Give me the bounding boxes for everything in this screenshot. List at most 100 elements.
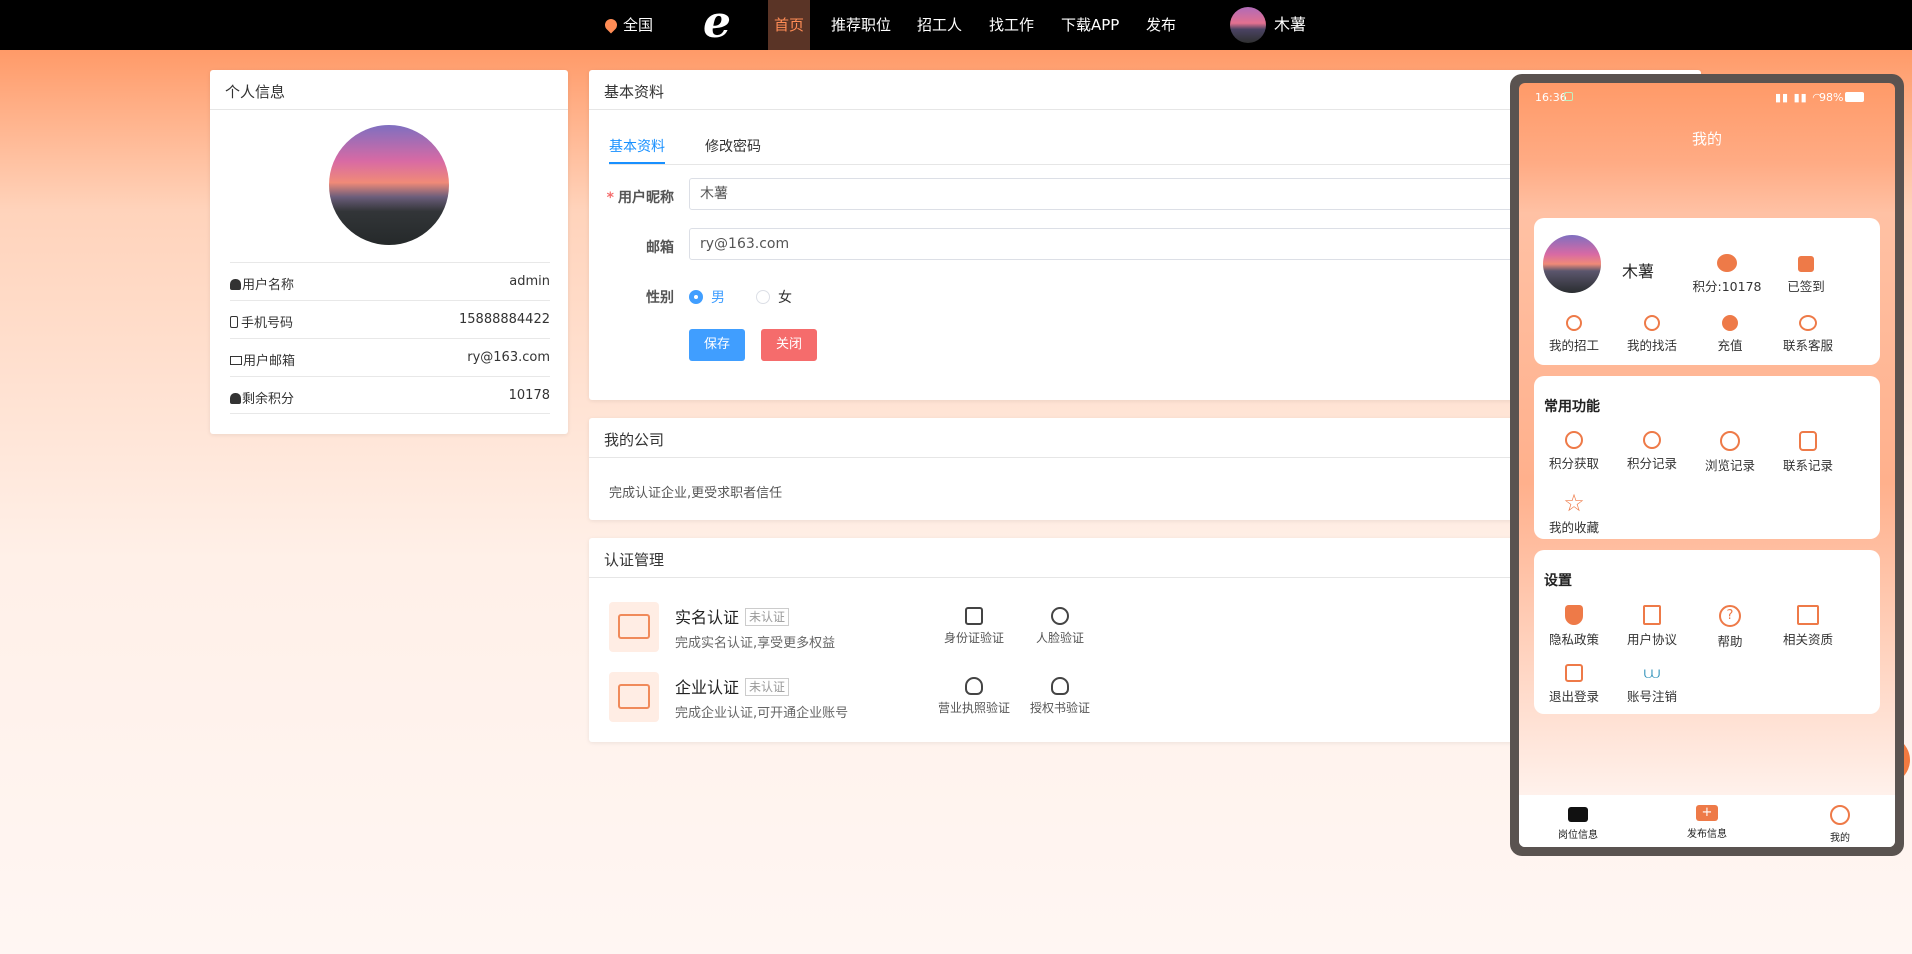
nickname-label: * 用户昵称	[606, 190, 674, 206]
info-value: ry@163.com	[467, 350, 550, 365]
database-plus-icon	[1565, 431, 1583, 449]
user-add-icon	[1566, 315, 1582, 331]
tab-change-password[interactable]: 修改密码	[705, 136, 761, 158]
tab-active-indicator	[609, 162, 665, 164]
business-license-verify[interactable]: 营业执照验证	[929, 677, 1019, 716]
nav-hire-workers[interactable]: 招工人	[917, 0, 962, 50]
scan-icon	[965, 607, 983, 625]
save-button[interactable]: 保存	[689, 329, 746, 361]
location-label: 全国	[623, 16, 654, 34]
email-field[interactable]: ry@163.com	[689, 228, 1559, 260]
mobile-my-hiring[interactable]: 我的招工	[1534, 315, 1614, 354]
nav-home[interactable]: 首页	[768, 0, 811, 50]
nav-recommended-jobs[interactable]: 推荐职位	[831, 0, 891, 50]
signal-icon: ▮▮ ▮▮ ◠	[1775, 91, 1823, 104]
headset-icon	[1799, 315, 1817, 331]
info-label: 用户邮箱	[243, 354, 296, 369]
personal-info-card: 个人信息 用户名称 admin 手机号码 15888884422 用户邮箱 ry…	[210, 70, 568, 434]
face-icon	[1051, 607, 1069, 625]
mobile-screen: 16:36 ▮▮ ▮▮ ◠ 98% 我的 木薯 积分:10178 已签到 我的招…	[1519, 83, 1895, 847]
phone-book-icon	[1799, 431, 1817, 451]
mobile-delete-account[interactable]: ⩊ 账号注销	[1612, 664, 1692, 705]
personal-info-title: 个人信息	[210, 70, 568, 110]
close-button[interactable]: 关闭	[761, 329, 818, 361]
realname-cert-desc: 完成实名认证,享受更多权益	[675, 636, 836, 651]
gender-radio-female[interactable]: 女	[756, 287, 792, 307]
nav-find-work[interactable]: 找工作	[989, 0, 1034, 50]
mobile-help[interactable]: ? 帮助	[1690, 605, 1770, 650]
mobile-browse-history[interactable]: 浏览记录	[1690, 431, 1770, 474]
mobile-qualifications[interactable]: 相关资质	[1768, 605, 1848, 648]
realname-cert-title: 实名认证 未认证	[675, 604, 790, 628]
mobile-user-agreement[interactable]: 用户协议	[1612, 605, 1692, 648]
company-cert-title: 企业认证 未认证	[675, 674, 790, 698]
authorization-verify[interactable]: 授权书验证	[1015, 677, 1105, 716]
tab-basic-info[interactable]: 基本资料	[609, 136, 665, 158]
company-cert-icon	[609, 672, 659, 722]
coins-icon	[1717, 254, 1737, 272]
location-selector[interactable]: 全国	[602, 0, 654, 50]
info-value: admin	[509, 274, 550, 289]
mobile-tab-jobs[interactable]: 岗位信息	[1538, 805, 1618, 841]
user-name[interactable]: 木薯	[1274, 0, 1306, 50]
nav-download-app[interactable]: 下载APP	[1061, 0, 1119, 50]
coins-icon	[1722, 315, 1738, 331]
mobile-favorites[interactable]: ☆ 我的收藏	[1534, 491, 1614, 536]
document-icon	[1643, 605, 1661, 625]
info-row-phone: 手机号码 15888884422	[230, 300, 550, 338]
info-label: 手机号码	[241, 316, 294, 331]
shield-check-icon	[1565, 605, 1583, 625]
nav-publish[interactable]: 发布	[1146, 0, 1176, 50]
info-value: 15888884422	[459, 312, 550, 327]
mobile-earn-points[interactable]: 积分获取	[1534, 431, 1614, 472]
mobile-avatar[interactable]	[1543, 235, 1601, 293]
status-badge: 未认证	[745, 608, 790, 626]
mobile-recharge[interactable]: 充值	[1690, 315, 1770, 354]
email-label: 邮箱	[646, 240, 674, 256]
shield-icon	[965, 677, 983, 695]
account-cancel-icon: ⩊	[1643, 663, 1661, 682]
shield-icon	[1051, 677, 1069, 695]
mail-icon	[230, 356, 242, 365]
help-icon: ?	[1719, 605, 1741, 627]
nickname-field[interactable]: 木薯	[689, 178, 1559, 210]
tab-divider	[609, 164, 1549, 165]
phone-icon	[230, 316, 238, 328]
mobile-contact-record[interactable]: 联系记录	[1768, 431, 1848, 474]
mobile-tab-bar: 岗位信息 + 发布信息 我的	[1519, 795, 1895, 847]
gender-label: 性别	[646, 290, 674, 306]
user-search-icon	[1644, 315, 1660, 331]
mobile-logout[interactable]: 退出登录	[1534, 664, 1614, 705]
site-logo[interactable]: e	[703, 0, 731, 48]
id-card-verify[interactable]: 身份证验证	[929, 607, 1019, 646]
mobile-privacy-policy[interactable]: 隐私政策	[1534, 605, 1614, 648]
info-value: 10178	[508, 388, 550, 403]
gender-radio-male[interactable]: 男	[689, 287, 725, 307]
mobile-customer-service[interactable]: 联系客服	[1768, 315, 1848, 354]
location-pin-icon	[602, 16, 620, 34]
notification-icon	[1564, 92, 1573, 101]
info-row-email: 用户邮箱 ry@163.com	[230, 338, 550, 376]
mobile-points[interactable]: 积分:10178	[1687, 254, 1767, 295]
mobile-page-title: 我的	[1691, 130, 1722, 148]
status-badge: 未认证	[745, 678, 790, 696]
profile-avatar[interactable]	[329, 125, 449, 245]
mobile-profile-card: 木薯 积分:10178 已签到 我的招工 我的找活 充值 联系客服	[1534, 218, 1880, 365]
settings-title: 设置	[1544, 573, 1572, 589]
database-record-icon	[1643, 431, 1661, 449]
company-hint: 完成认证企业,更受求职者信任	[609, 486, 783, 501]
face-verify[interactable]: 人脸验证	[1015, 607, 1105, 646]
status-bar: 16:36 ▮▮ ▮▮ ◠ 98%	[1519, 83, 1895, 109]
mobile-points-record[interactable]: 积分记录	[1612, 431, 1692, 472]
info-row-points: 剩余积分 10178	[230, 376, 550, 414]
mobile-signed-in[interactable]: 已签到	[1766, 256, 1846, 295]
mobile-tab-publish[interactable]: + 发布信息	[1667, 805, 1747, 840]
user-icon	[230, 393, 241, 404]
mobile-my-jobs[interactable]: 我的找活	[1612, 315, 1692, 354]
battery-level: 98%	[1819, 91, 1844, 104]
mobile-tab-mine[interactable]: 我的	[1800, 805, 1880, 844]
mobile-username: 木薯	[1622, 262, 1655, 281]
battery-icon	[1845, 92, 1864, 102]
user-avatar[interactable]	[1230, 7, 1266, 43]
company-cert-desc: 完成企业认证,可开通企业账号	[675, 706, 849, 721]
